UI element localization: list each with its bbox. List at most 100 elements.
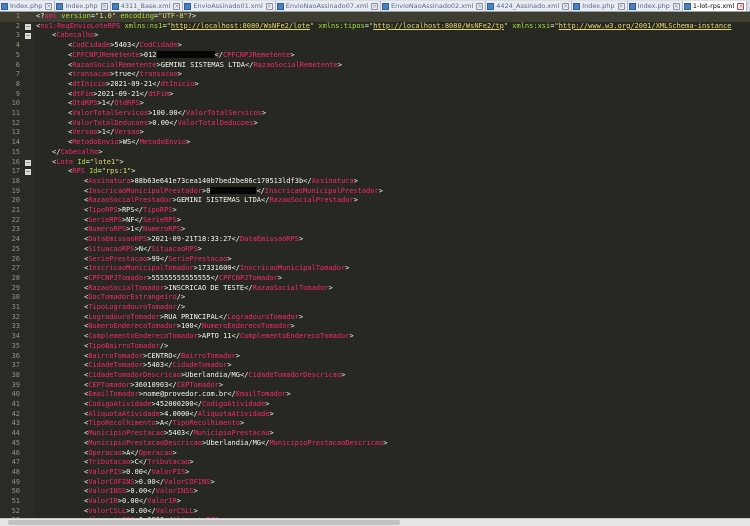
code-line[interactable]: 33 <NumeroEnderecoTomador>100</NumeroEnde…	[0, 322, 750, 332]
line-number: 48	[11, 467, 20, 476]
code-line[interactable]: 8 <dtInicio>2021-09-21</dtInicio>	[0, 80, 750, 90]
code-line[interactable]: 38 <CidadeTomadorDescricao>Uberlandia/MG<…	[0, 371, 750, 381]
code-line[interactable]: 24 <DataEmissaoRPS>2021-09-21T18:33:27</D…	[0, 235, 750, 245]
line-number: 40	[11, 390, 20, 399]
tab-label: 4424_Assinado.xml	[496, 2, 560, 10]
code-line[interactable]: 19 <InscricaoMunicipalPrestador>0 </Inscri…	[0, 187, 750, 197]
code-line[interactable]: 23 <NumeroRPS>1</NumeroRPS>	[0, 225, 750, 235]
code-line[interactable]: 22 <SerieRPS>NF</SerieRPS>	[0, 216, 750, 226]
close-icon[interactable]: ×	[476, 2, 484, 10]
code-line[interactable]: 39 <CEPTomador>36010903</CEPTomador>	[0, 381, 750, 391]
code-line[interactable]: 42 <AliquotaAtividade>4.0000</AliquotaAti…	[0, 410, 750, 420]
line-number: 9	[15, 89, 20, 98]
code-line[interactable]: 37 <CidadeTomador>5403</CidadeTomador>	[0, 361, 750, 371]
code-line[interactable]: 51 <ValorIR>0.00</ValorIR>	[0, 497, 750, 507]
code-line[interactable]: 25 <SituacaoRPS>N</SituacaoRPS>	[0, 245, 750, 255]
tab-8[interactable]: Index.php ×	[627, 1, 683, 11]
close-icon[interactable]: ×	[562, 2, 570, 10]
close-icon[interactable]: ×	[45, 2, 53, 10]
code-line[interactable]: 43 <TipoRecolhimento>A</TipoRecolhimento>	[0, 419, 750, 429]
tab-3[interactable]: EnvioAssinado01.xml ×	[183, 1, 276, 11]
code-line[interactable]: 15 </Cabecalho>	[0, 148, 750, 158]
code-line[interactable]: 14 <MetodoEnvio>WS</MetodoEnvio>	[0, 138, 750, 148]
code-line[interactable]: 45 <MunicipioPrestacaoDescricao>Uberlandi…	[0, 439, 750, 449]
code-token: CPFCNPJTomador	[218, 273, 278, 282]
code-token: LogradouroTomador	[88, 312, 160, 321]
code-token: Operacao	[138, 448, 173, 457]
scrollbar-thumb[interactable]	[8, 520, 400, 525]
tab-4[interactable]: EnvioNaoAssinado07.xml ×	[275, 1, 382, 11]
code-editor[interactable]: 1 <?xml version="1.0" encoding="UTF-8"?> 2…	[0, 12, 750, 524]
code-line[interactable]: 5 <CPFCNPJRemetente>012 </CPFCNPJRemetente…	[0, 51, 750, 61]
tab-9[interactable]: 1-lot-rps.xml ×	[682, 1, 748, 11]
code-line[interactable]: 30 <DocTomadorEstrangeiro/>	[0, 293, 750, 303]
code-line[interactable]: 21 <TipoRPS>RPS</TipoRPS>	[0, 206, 750, 216]
code-token: xmlns:tipos	[314, 21, 365, 30]
code-line[interactable]: 41 <CodigoAtividade>452000200</CodigoAtiv…	[0, 400, 750, 410]
code-line[interactable]: 16− <Lote Id="lote1">	[0, 158, 750, 168]
code-line[interactable]: 27 <InscricaoMunicipalTomador>17331600</I…	[0, 264, 750, 274]
code-token: >Uberlandia/MG</	[180, 370, 249, 379]
code-line[interactable]: 11 <ValorTotalServicos>100.00</ValorTotal…	[0, 109, 750, 119]
code-token: >	[286, 390, 291, 399]
code-line[interactable]: 6 <RazaoSocialRemetente>GEMINI SISTEMAS L…	[0, 61, 750, 71]
code-line[interactable]: 52 <ValorCSLL>0.00</ValorCSLL>	[0, 507, 750, 517]
code-token: Versao	[72, 128, 98, 137]
code-text: <AliquotaAtividade>4.0000</AliquotaAtivi…	[84, 410, 274, 420]
code-token: >4.0000</	[159, 409, 198, 418]
code-line[interactable]: 2− <ns1:ReqEnvioLoteRPS xmlns:ns1="http:/…	[0, 22, 750, 32]
code-line[interactable]: 32 <LogradouroTomador>RUA PRINCIPAL</Logr…	[0, 313, 750, 323]
code-token: >	[349, 332, 354, 341]
close-icon[interactable]: ×	[737, 2, 745, 10]
code-line[interactable]: 17− <RPS Id="rps:1">	[0, 167, 750, 177]
code-line[interactable]: 50 <ValorINSS>0.00</ValorINSS>	[0, 487, 750, 497]
code-line[interactable]: 12 <ValorTotalDeducoes>0.00</ValorTotalDe…	[0, 119, 750, 129]
tab-1[interactable]: Index.php ×	[55, 1, 111, 11]
close-icon[interactable]: ×	[371, 2, 379, 10]
code-line[interactable]: 26 <SeriePrestacao>99</SeriePrestacao>	[0, 255, 750, 265]
code-line[interactable]: 20 <RazaoSocialPrestador>GEMINI SISTEMAS …	[0, 196, 750, 206]
fold-toggle-icon[interactable]: −	[25, 23, 31, 30]
code-token: >0.00</	[126, 487, 156, 496]
tab-5[interactable]: EnvioNaoAssinado02.xml ×	[381, 1, 487, 11]
line-number: 27	[11, 264, 20, 273]
code-line[interactable]: 49 <ValorCOFINS>0.00</ValorCOFINS>	[0, 478, 750, 488]
code-token: CidadeTomador	[88, 361, 144, 370]
code-line[interactable]: 31 <TipoLogradouroTomador/>	[0, 303, 750, 313]
close-icon[interactable]: ×	[617, 2, 625, 10]
code-line[interactable]: 34 <ComplementoEnderecoTomador>APTO 11</C…	[0, 332, 750, 342]
close-icon[interactable]: ×	[672, 2, 680, 10]
code-line[interactable]: 9 <dtFim>2021-09-21</dtFim>	[0, 90, 750, 100]
code-line[interactable]: 29 <RazaoSocialTomador>INSCRICAO DE TESTE…	[0, 284, 750, 294]
code-line[interactable]: 44 <MunicipioPrestacao>5403</MunicipioPre…	[0, 429, 750, 439]
code-line[interactable]: 7 <transacao>true</transacao>	[0, 70, 750, 80]
close-icon[interactable]: ×	[265, 2, 273, 10]
line-number: 49	[11, 477, 20, 486]
tab-2[interactable]: 4311_Base.xml ×	[110, 1, 184, 11]
code-line[interactable]: 28 <CPFCNPJTomador>55555555555555</CPFCNP…	[0, 274, 750, 284]
code-line[interactable]: 4 <CodCidade>5403</CodCidade>	[0, 41, 750, 51]
code-line[interactable]: 36 <BairroTomador>CENTRO</BairroTomador>	[0, 352, 750, 362]
line-number: 43	[11, 419, 20, 428]
code-line[interactable]: 18 <Assinatura>88b63e641e73cea140b7bed2be…	[0, 177, 750, 187]
close-icon[interactable]: ×	[173, 2, 181, 10]
code-line[interactable]: 1 <?xml version="1.0" encoding="UTF-8"?>	[0, 12, 750, 22]
tab-0[interactable]: Index.php ×	[0, 1, 56, 11]
fold-toggle-icon[interactable]: −	[25, 169, 31, 176]
fold-toggle-icon[interactable]: −	[25, 159, 31, 166]
close-icon[interactable]: ×	[100, 2, 108, 10]
code-line[interactable]: 35 <TipoBairroTomador/>	[0, 342, 750, 352]
code-line[interactable]: 13 <Versao>1</Versao>	[0, 128, 750, 138]
code-line[interactable]: 46 <Operacao>A</Operacao>	[0, 449, 750, 459]
code-line[interactable]: 47 <Tributacao>C</Tributacao>	[0, 458, 750, 468]
code-line[interactable]: 10 <QtdRPS>1</QtdRPS>	[0, 99, 750, 109]
line-number: 25	[11, 244, 20, 253]
line-number: 13	[11, 128, 20, 137]
code-line[interactable]: 40 <EmailTomador>nome@provedor.com.br</Em…	[0, 390, 750, 400]
fold-toggle-icon[interactable]: −	[25, 33, 31, 40]
tab-6[interactable]: 4424_Assinado.xml ×	[486, 1, 573, 11]
code-line[interactable]: 48 <ValorPIS>0.00</ValorPIS>	[0, 468, 750, 478]
tab-7[interactable]: Index.php ×	[572, 1, 628, 11]
code-text: <EmailTomador>nome@provedor.com.br</Emai…	[84, 390, 291, 400]
code-line[interactable]: 3− <Cabecalho>	[0, 31, 750, 41]
